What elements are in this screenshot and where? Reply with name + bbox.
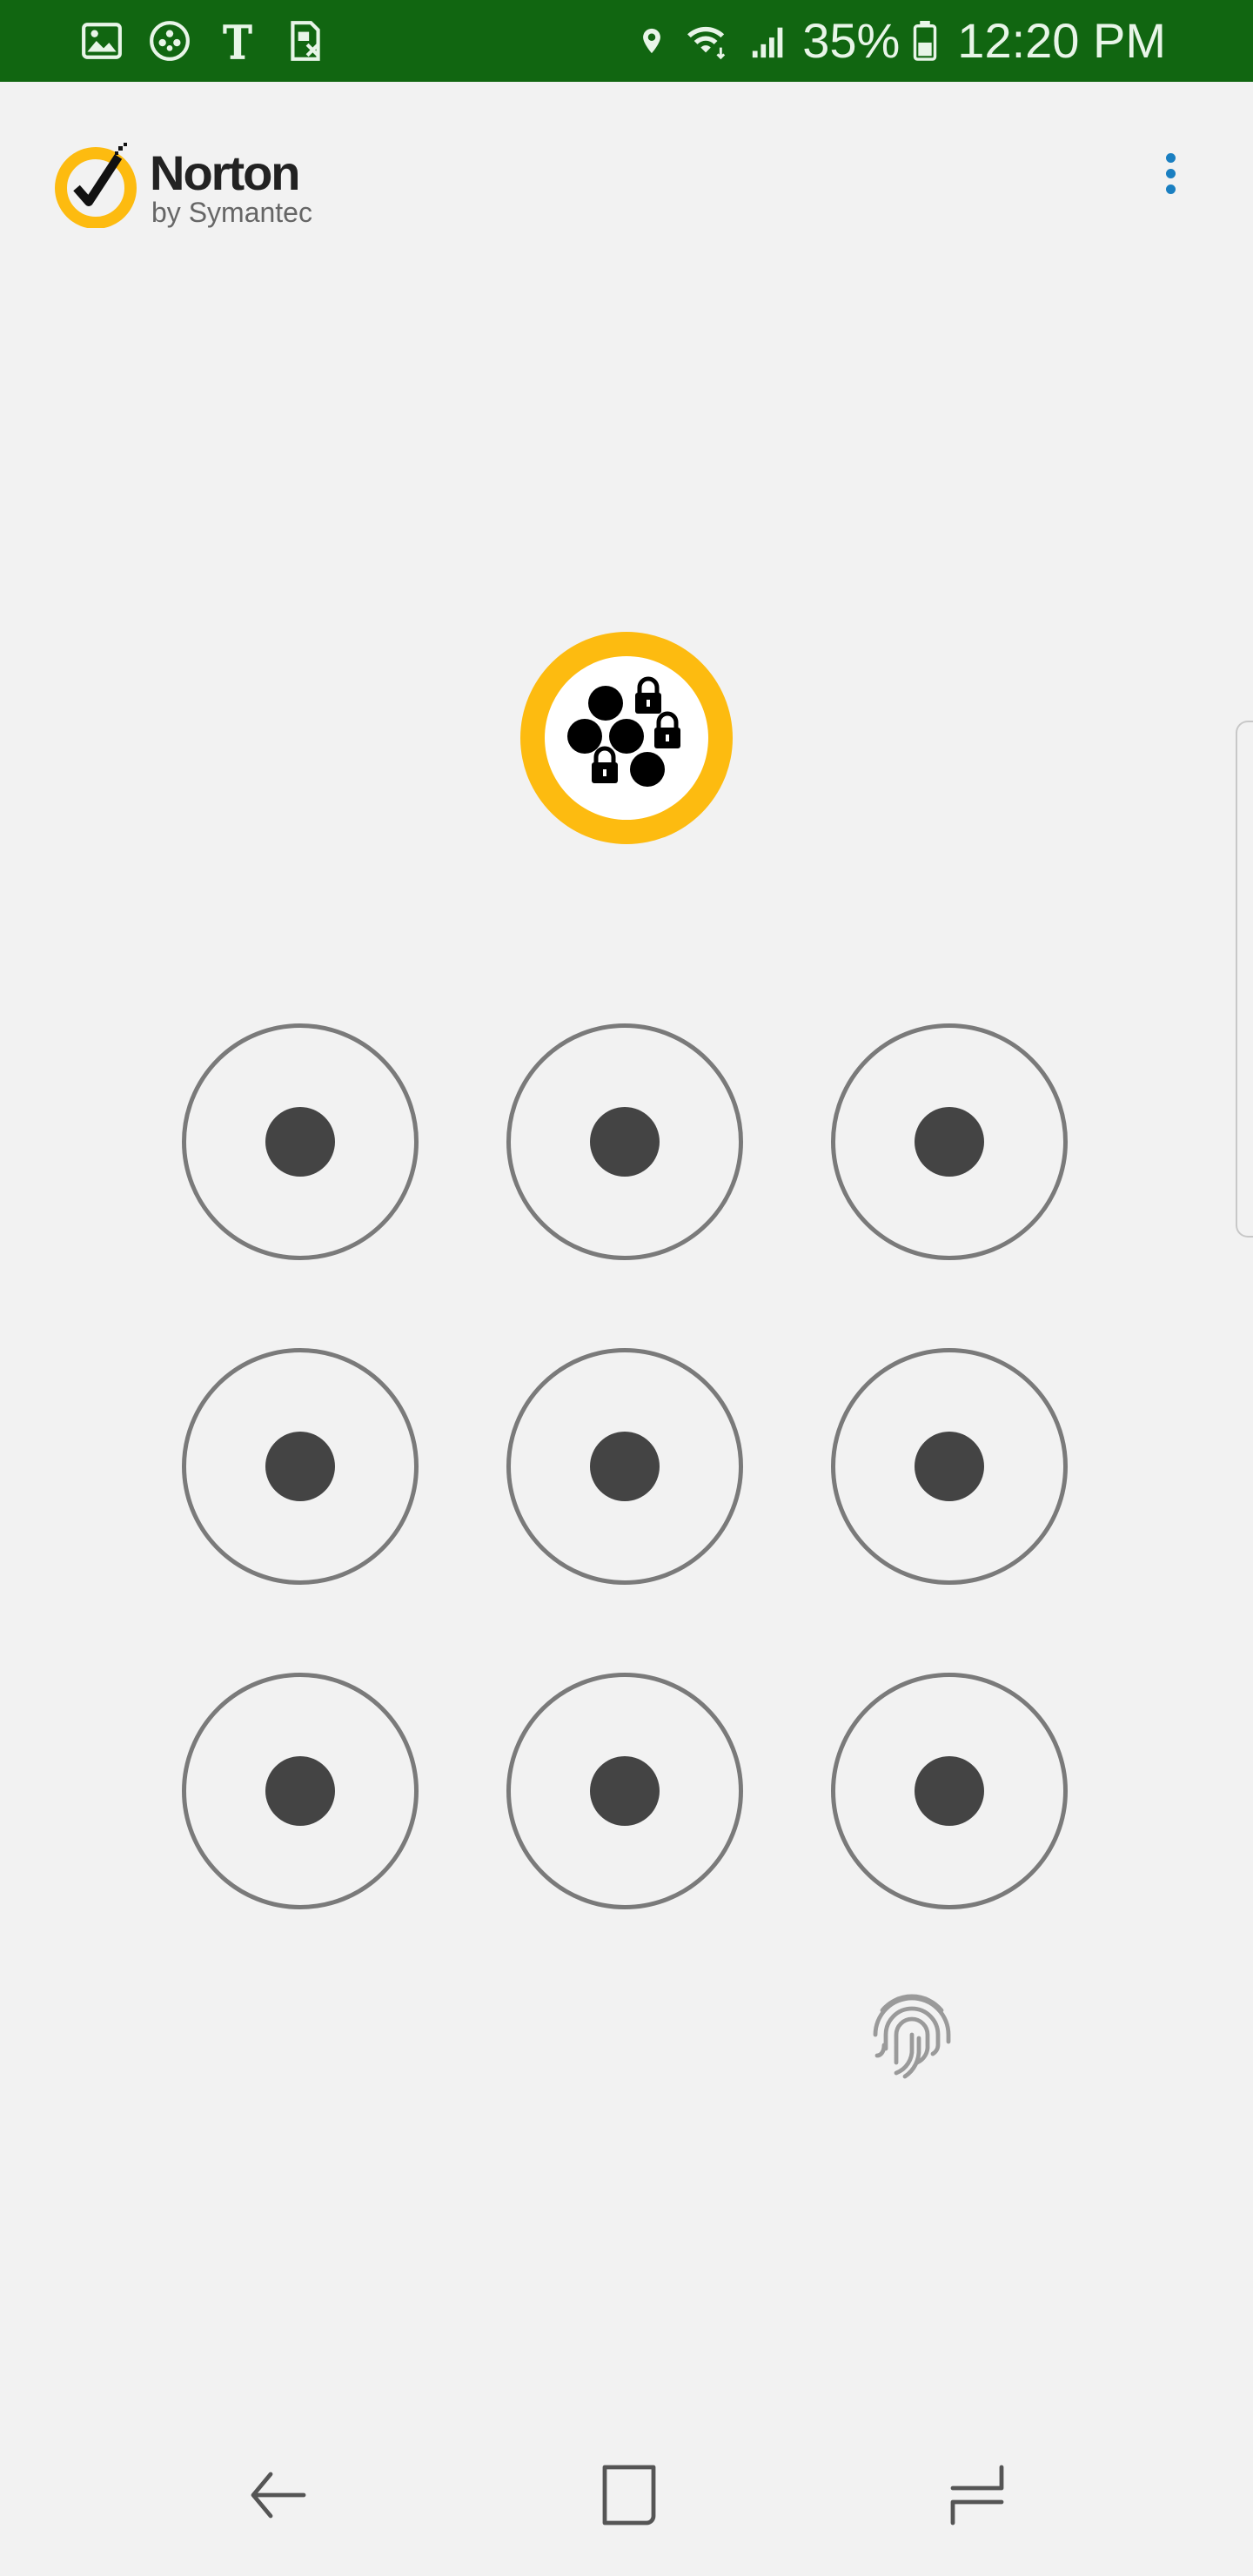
pattern-node-1[interactable] xyxy=(182,1023,419,1260)
brand-name: Norton xyxy=(150,145,301,200)
edge-panel-handle[interactable] xyxy=(1236,721,1253,1238)
pattern-node-4[interactable] xyxy=(182,1348,419,1585)
pattern-node-9[interactable] xyxy=(831,1673,1068,1909)
pattern-dot xyxy=(915,1756,984,1826)
pattern-dot xyxy=(590,1107,660,1177)
norton-check-icon xyxy=(55,143,137,228)
menu-dot xyxy=(1165,153,1176,163)
recents-icon xyxy=(950,2465,1004,2526)
brand-subtitle: by Symantec xyxy=(151,197,312,228)
pattern-node-2[interactable] xyxy=(506,1023,743,1260)
menu-dot xyxy=(1165,169,1176,178)
home-button[interactable] xyxy=(590,2456,668,2534)
app-notification-icon xyxy=(150,21,190,61)
battery-percent: 35% xyxy=(802,13,901,68)
back-button[interactable] xyxy=(238,2456,317,2534)
location-icon xyxy=(643,28,661,54)
menu-dot xyxy=(1165,184,1176,194)
pattern-dot xyxy=(915,1107,984,1177)
app-lock-icon xyxy=(520,632,733,844)
pattern-node-5[interactable] xyxy=(506,1348,743,1585)
home-icon xyxy=(602,2465,656,2526)
back-icon xyxy=(251,2472,306,2519)
tmobile-icon xyxy=(223,24,252,59)
pattern-node-6[interactable] xyxy=(831,1348,1068,1585)
fingerprint-icon[interactable] xyxy=(868,1989,955,2083)
pattern-dot xyxy=(265,1756,335,1826)
recents-button[interactable] xyxy=(938,2456,1016,2534)
clock: 12:20 PM xyxy=(957,13,1166,68)
status-bar: 35% 12:20 PM xyxy=(0,0,1253,82)
status-bar-system: 35% 12:20 PM xyxy=(637,12,1166,70)
status-bar-notifications xyxy=(80,19,327,63)
norton-logo: Norton by Symantec xyxy=(54,139,315,235)
pattern-node-8[interactable] xyxy=(506,1673,743,1909)
pattern-node-7[interactable] xyxy=(182,1673,419,1909)
pattern-dot xyxy=(265,1432,335,1501)
pattern-dot xyxy=(590,1756,660,1826)
gallery-icon xyxy=(82,23,122,59)
wifi-icon xyxy=(687,26,726,60)
pattern-dot xyxy=(590,1432,660,1501)
sim-icon xyxy=(291,21,320,61)
overflow-menu-icon[interactable] xyxy=(1149,153,1192,209)
signal-icon xyxy=(753,27,783,58)
pattern-node-3[interactable] xyxy=(831,1023,1068,1260)
pattern-lock-grid xyxy=(0,0,1253,2576)
pattern-dot xyxy=(915,1432,984,1501)
pattern-dot xyxy=(265,1107,335,1177)
battery-icon xyxy=(914,21,937,61)
